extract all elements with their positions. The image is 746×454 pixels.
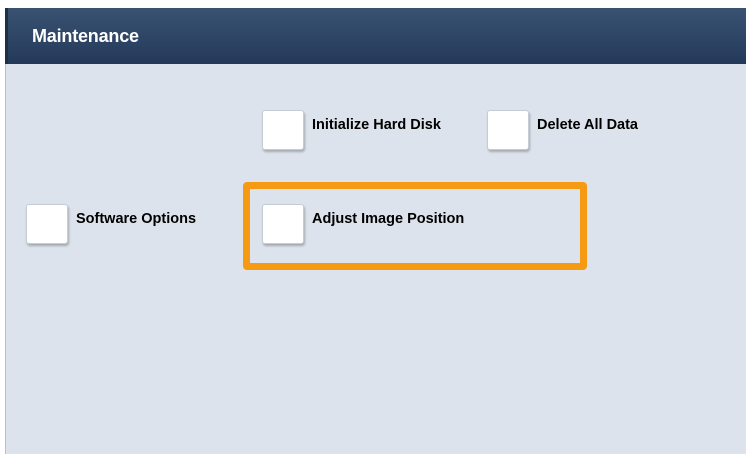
- software-options-option[interactable]: Software Options: [26, 204, 196, 244]
- adjust-image-position-checkbox[interactable]: [262, 204, 304, 244]
- adjust-image-position-label: Adjust Image Position: [312, 211, 465, 227]
- delete-all-data-option[interactable]: Delete All Data: [487, 110, 638, 150]
- initialize-hard-disk-option[interactable]: Initialize Hard Disk: [262, 110, 441, 150]
- title-bar: Maintenance: [5, 8, 746, 64]
- software-options-label: Software Options: [76, 211, 197, 227]
- software-options-checkbox[interactable]: [26, 204, 68, 244]
- adjust-image-position-option[interactable]: Adjust Image Position: [262, 204, 464, 244]
- delete-all-data-checkbox[interactable]: [487, 110, 529, 150]
- initialize-hard-disk-checkbox[interactable]: [262, 110, 304, 150]
- delete-all-data-label: Delete All Data: [537, 117, 638, 133]
- page-title: Maintenance: [32, 26, 139, 46]
- initialize-hard-disk-label: Initialize Hard Disk: [312, 117, 441, 133]
